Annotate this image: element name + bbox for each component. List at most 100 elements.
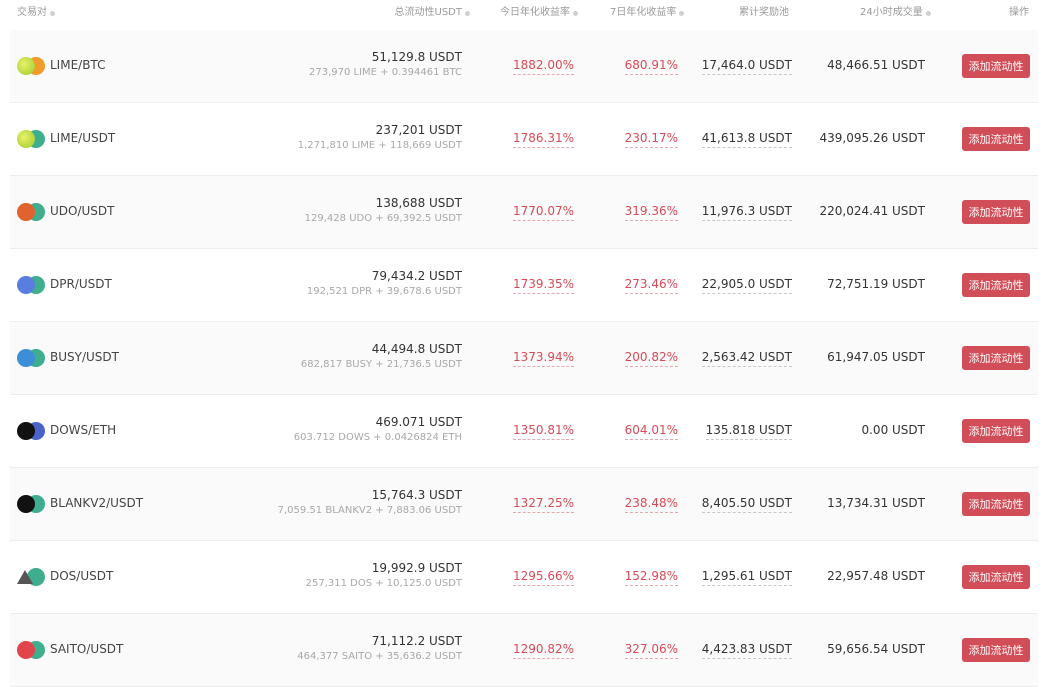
pair-name: SAITO/USDT <box>50 642 124 656</box>
today-apr[interactable]: 1739.35% <box>512 277 574 294</box>
add-liquidity-button[interactable]: 添加流动性 <box>962 273 1030 297</box>
dows-coin-icon <box>17 422 35 440</box>
dpr-coin-icon <box>17 276 35 294</box>
table-row: DPR/USDT 79,434.2 USDT 192,521 DPR + 39,… <box>10 249 1038 322</box>
today-apr[interactable]: 1373.94% <box>512 350 574 367</box>
sort-icon[interactable] <box>925 11 931 16</box>
today-apr[interactable]: 1786.31% <box>512 131 574 148</box>
reward-pool[interactable]: 41,613.8 USDT <box>701 131 792 148</box>
sort-icon[interactable] <box>573 11 578 16</box>
today-apr[interactable]: 1882.00% <box>512 58 574 75</box>
pair-name: BLANKV2/USDT <box>50 496 144 510</box>
pair-name: UDO/USDT <box>50 204 115 218</box>
table-header: 交易对 总流动性USDT 今日年化收益率 7日年化收益率 累计奖励池 24小时成… <box>0 0 1048 28</box>
today-apr[interactable]: 1350.81% <box>512 423 574 440</box>
liquidity-detail: 682,817 BUSY + 21,736.5 USDT <box>300 359 462 370</box>
reward-pool[interactable]: 17,464.0 USDT <box>701 58 792 75</box>
header-pair-label: 交易对 <box>17 7 47 18</box>
header-liquidity-label: 总流动性USDT <box>394 7 462 18</box>
udo-coin-icon <box>17 203 35 221</box>
today-apr[interactable]: 1770.07% <box>512 204 574 221</box>
reward-pool[interactable]: 8,405.50 USDT <box>701 496 792 513</box>
liquidity-detail: 129,428 UDO + 69,392.5 USDT <box>304 213 462 224</box>
header-today-apr-label: 今日年化收益率 <box>500 7 570 18</box>
reward-pool[interactable]: 22,905.0 USDT <box>701 277 792 294</box>
sort-icon[interactable] <box>465 11 470 16</box>
apr-7d[interactable]: 200.82% <box>624 350 678 367</box>
pair-name: DOWS/ETH <box>50 423 117 437</box>
volume-24h: 439,095.26 USDT <box>819 131 926 145</box>
table-row: DOS/USDT 19,992.9 USDT 257,311 DOS + 10,… <box>10 541 1038 614</box>
reward-pool[interactable]: 4,423.83 USDT <box>701 642 792 659</box>
pairs-table-body: LIME/BTC 51,129.8 USDT 273,970 LIME + 0.… <box>10 30 1038 687</box>
add-liquidity-button[interactable]: 添加流动性 <box>962 565 1030 589</box>
liquidity-detail: 7,059.51 BLANKV2 + 7,883.06 USDT <box>277 505 462 516</box>
token-pair-icons <box>17 203 45 221</box>
volume-24h: 13,734.31 USDT <box>827 496 925 510</box>
today-apr[interactable]: 1290.82% <box>512 642 574 659</box>
today-apr[interactable]: 1327.25% <box>512 496 574 513</box>
table-row: UDO/USDT 138,688 USDT 129,428 UDO + 69,3… <box>10 176 1038 249</box>
volume-24h: 48,466.51 USDT <box>827 58 925 72</box>
add-liquidity-button[interactable]: 添加流动性 <box>962 127 1030 151</box>
liquidity-cell: 44,494.8 USDT 682,817 BUSY + 21,736.5 US… <box>301 342 462 370</box>
blank-coin-icon <box>17 495 35 513</box>
table-row: SAITO/USDT 71,112.2 USDT 464,377 SAITO +… <box>10 614 1038 687</box>
pair-name: DOS/USDT <box>50 569 114 583</box>
apr-7d[interactable]: 680.91% <box>624 58 678 75</box>
table-row: BUSY/USDT 44,494.8 USDT 682,817 BUSY + 2… <box>10 322 1038 395</box>
header-pair[interactable]: 交易对 <box>17 3 55 18</box>
liquidity-total: 138,688 USDT <box>375 196 462 210</box>
header-7d-apr[interactable]: 7日年化收益率 <box>610 3 685 18</box>
pair-name: DPR/USDT <box>50 277 112 291</box>
reward-pool[interactable]: 1,295.61 USDT <box>701 569 792 586</box>
volume-24h: 61,947.05 USDT <box>827 350 925 364</box>
apr-7d[interactable]: 273.46% <box>624 277 678 294</box>
dos-coin-icon <box>17 570 33 584</box>
token-pair-icons <box>17 57 45 75</box>
reward-pool[interactable]: 135.818 USDT <box>705 423 792 440</box>
add-liquidity-button[interactable]: 添加流动性 <box>962 492 1030 516</box>
token-pair-icons <box>17 422 45 440</box>
liquidity-detail: 192,521 DPR + 39,678.6 USDT <box>306 286 462 297</box>
apr-7d[interactable]: 327.06% <box>624 642 678 659</box>
apr-7d[interactable]: 319.36% <box>624 204 678 221</box>
liquidity-total: 44,494.8 USDT <box>371 342 462 356</box>
apr-7d[interactable]: 152.98% <box>624 569 678 586</box>
add-liquidity-button[interactable]: 添加流动性 <box>962 346 1030 370</box>
liquidity-total: 237,201 USDT <box>375 123 462 137</box>
reward-pool[interactable]: 11,976.3 USDT <box>701 204 792 221</box>
header-today-apr[interactable]: 今日年化收益率 <box>500 3 578 18</box>
apr-7d[interactable]: 230.17% <box>624 131 678 148</box>
liquidity-cell: 15,764.3 USDT 7,059.51 BLANKV2 + 7,883.0… <box>278 488 462 516</box>
reward-pool[interactable]: 2,563.42 USDT <box>701 350 792 367</box>
saito-coin-icon <box>17 641 35 659</box>
apr-7d[interactable]: 238.48% <box>624 496 678 513</box>
today-apr[interactable]: 1295.66% <box>512 569 574 586</box>
header-volume-label: 24小时成交量 <box>860 7 923 18</box>
table-row: BLANKV2/USDT 15,764.3 USDT 7,059.51 BLAN… <box>10 468 1038 541</box>
header-volume[interactable]: 24小时成交量 <box>860 3 931 18</box>
lime-coin-icon <box>17 57 35 75</box>
add-liquidity-button[interactable]: 添加流动性 <box>962 638 1030 662</box>
add-liquidity-button[interactable]: 添加流动性 <box>962 54 1030 78</box>
volume-24h: 59,656.54 USDT <box>827 642 925 656</box>
token-pair-icons <box>17 568 45 586</box>
liquidity-cell: 51,129.8 USDT 273,970 LIME + 0.394461 BT… <box>309 50 462 78</box>
token-pair-icons <box>17 495 45 513</box>
header-reward-pool: 累计奖励池 <box>739 7 789 18</box>
liquidity-detail: 257,311 DOS + 10,125.0 USDT <box>305 578 462 589</box>
liquidity-cell: 469.071 USDT 603.712 DOWS + 0.0426824 ET… <box>294 415 462 443</box>
liquidity-detail: 1,271,810 LIME + 118,669 USDT <box>297 140 462 151</box>
sort-icon[interactable] <box>679 11 685 16</box>
add-liquidity-button[interactable]: 添加流动性 <box>962 200 1030 224</box>
apr-7d[interactable]: 604.01% <box>624 423 678 440</box>
sort-icon[interactable] <box>50 11 55 16</box>
pair-name: LIME/USDT <box>50 131 116 145</box>
liquidity-cell: 138,688 USDT 129,428 UDO + 69,392.5 USDT <box>305 196 462 224</box>
volume-24h: 0.00 USDT <box>861 423 925 437</box>
header-liquidity[interactable]: 总流动性USDT <box>395 3 470 18</box>
liquidity-cell: 71,112.2 USDT 464,377 SAITO + 35,636.2 U… <box>297 634 462 662</box>
add-liquidity-button[interactable]: 添加流动性 <box>962 419 1030 443</box>
token-pair-icons <box>17 276 45 294</box>
